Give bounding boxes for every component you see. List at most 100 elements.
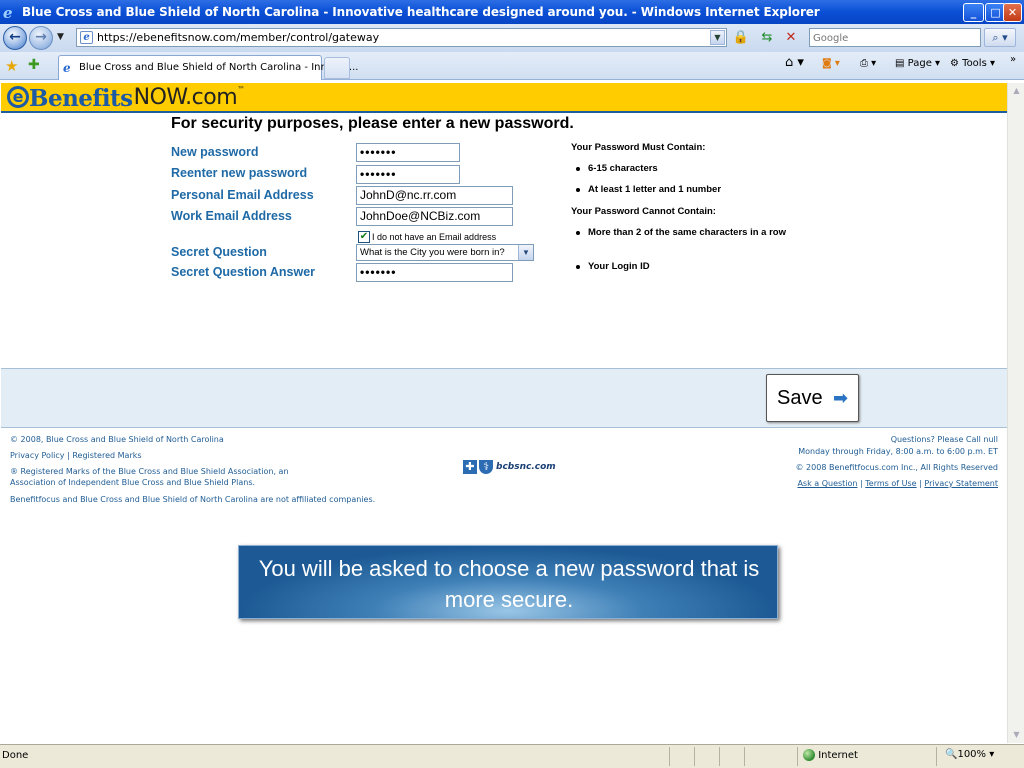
- must-rule-item: At least 1 letter and 1 number: [576, 184, 796, 196]
- registered-note-2: Association of Independent Blue Cross an…: [10, 478, 256, 487]
- personal-email-input[interactable]: JohnD@nc.rr.com: [356, 186, 513, 205]
- ie-logo-icon: e: [3, 4, 13, 22]
- new-tab-button[interactable]: [324, 57, 350, 79]
- lock-icon[interactable]: 🔒: [731, 28, 751, 48]
- bcbsnc-logo-text: bcbsnc.com: [496, 462, 556, 472]
- instruction-callout: You will be asked to choose a new passwo…: [238, 545, 778, 619]
- search-icon[interactable]: ⌕ ▾: [984, 28, 1016, 47]
- callout-text: You will be asked to choose a new passwo…: [258, 556, 760, 612]
- benefitfocus-copyright: © 2008 Benefitfocus.com Inc., All Rights…: [795, 463, 998, 472]
- bullet-icon: [576, 265, 580, 269]
- cannot-rule-item: Your Login ID: [576, 261, 796, 273]
- secret-answer-input[interactable]: •••••••: [356, 263, 513, 282]
- reenter-password-label: Reenter new password: [171, 166, 308, 180]
- privacy-statement-link[interactable]: Privacy Statement: [924, 479, 998, 488]
- cannot-rule-item: More than 2 of the same characters in a …: [576, 227, 796, 239]
- work-email-input[interactable]: JohnDoe@NCBiz.com: [356, 207, 513, 226]
- chevron-more-icon[interactable]: »: [1010, 54, 1016, 65]
- stop-icon[interactable]: ✕: [781, 28, 801, 48]
- cannot-rule-text: Your Login ID: [588, 261, 650, 272]
- status-divider: [797, 747, 798, 766]
- tools-menu[interactable]: ⚙ Tools ▾: [950, 58, 995, 69]
- refresh-icon[interactable]: ⇆: [757, 28, 777, 48]
- zoom-level: 100%: [957, 749, 987, 760]
- favorites-star-icon[interactable]: ★: [5, 57, 18, 75]
- globe-icon: [803, 749, 815, 761]
- status-divider: [694, 747, 695, 766]
- chevron-down-icon[interactable]: ▼: [518, 245, 533, 260]
- secret-question-select[interactable]: What is the City you were born in? ▼: [356, 244, 534, 261]
- brand-suffix: NOW.com: [133, 85, 238, 110]
- blue-cross-icon: ✚: [463, 460, 477, 474]
- back-button[interactable]: ←: [3, 26, 27, 50]
- page-content: e BenefitsNOW.com™ For security purposes,…: [1, 83, 1007, 743]
- registered-marks-link[interactable]: Registered Marks: [72, 451, 141, 460]
- page-menu[interactable]: ▤ Page ▾: [895, 58, 940, 69]
- must-rule-item: 6-15 characters: [576, 163, 796, 175]
- no-email-label: I do not have an Email address: [372, 232, 497, 242]
- footer-separator: |: [860, 479, 863, 488]
- bullet-icon: [576, 231, 580, 235]
- terms-link[interactable]: Terms of Use: [865, 479, 916, 488]
- window-title: Blue Cross and Blue Shield of North Caro…: [22, 5, 820, 19]
- ask-question-link[interactable]: Ask a Question: [797, 479, 857, 488]
- secret-question-value: What is the City you were born in?: [360, 247, 505, 258]
- bullet-icon: [576, 167, 580, 171]
- url-dropdown-icon[interactable]: ▼: [710, 30, 725, 45]
- status-text: Done: [2, 750, 29, 761]
- scroll-down-icon[interactable]: ▼: [1009, 727, 1024, 743]
- url-text[interactable]: https://ebenefitsnow.com/member/control/…: [97, 31, 379, 44]
- page-favicon-icon: e: [80, 31, 93, 44]
- no-email-checkbox[interactable]: ✔: [358, 231, 370, 243]
- status-divider: [744, 747, 745, 766]
- secret-question-label: Secret Question: [171, 245, 267, 259]
- feeds-icon[interactable]: ◙ ▾: [822, 58, 840, 69]
- search-input[interactable]: [813, 30, 978, 46]
- print-icon[interactable]: ⎙ ▾: [860, 58, 876, 69]
- forward-button[interactable]: →: [29, 26, 53, 50]
- home-icon[interactable]: ⌂ ▾: [785, 55, 804, 70]
- tools-menu-label: Tools: [962, 58, 987, 69]
- tab-active[interactable]: e Blue Cross and Blue Shield of North Ca…: [58, 55, 358, 80]
- history-dropdown-icon[interactable]: ▼: [57, 32, 64, 42]
- form-heading: For security purposes, please enter a ne…: [171, 115, 574, 132]
- status-divider: [936, 747, 937, 766]
- e-logo-icon: e: [7, 86, 29, 108]
- tab-bar: ★ ✚ e Blue Cross and Blue Shield of Nort…: [0, 52, 1024, 80]
- questions-text: Questions? Please Call null: [890, 435, 998, 444]
- security-zone[interactable]: Internet: [803, 749, 858, 761]
- work-email-label: Work Email Address: [171, 209, 292, 223]
- page-menu-label: Page: [907, 58, 932, 69]
- reenter-password-input[interactable]: •••••••: [356, 165, 460, 184]
- zoom-control[interactable]: 🔍100% ▾: [945, 749, 994, 760]
- must-rule-text: At least 1 letter and 1 number: [588, 184, 722, 195]
- must-contain-heading: Your Password Must Contain:: [571, 142, 706, 153]
- new-password-label: New password: [171, 145, 259, 159]
- url-field[interactable]: e https://ebenefitsnow.com/member/contro…: [76, 28, 727, 47]
- no-email-option[interactable]: ✔ I do not have an Email address: [358, 230, 496, 243]
- window-title-bar: e Blue Cross and Blue Shield of North Ca…: [0, 0, 1024, 24]
- privacy-policy-link[interactable]: Privacy Policy: [10, 451, 65, 460]
- zone-label: Internet: [818, 750, 858, 761]
- blue-shield-icon: ⚕: [479, 460, 493, 474]
- footer-copyright: © 2008, Blue Cross and Blue Shield of No…: [10, 435, 224, 444]
- footer-separator: |: [919, 479, 922, 488]
- status-divider: [669, 747, 670, 766]
- zoom-icon: 🔍: [945, 749, 958, 760]
- bullet-icon: [576, 188, 580, 192]
- footer-links: Privacy Policy | Registered Marks: [10, 451, 142, 460]
- cannot-contain-heading: Your Password Cannot Contain:: [571, 206, 716, 217]
- save-button[interactable]: Save ➡: [766, 374, 859, 422]
- scroll-up-icon[interactable]: ▲: [1009, 83, 1024, 99]
- bcbsnc-logo[interactable]: ✚ ⚕ bcbsnc.com: [463, 460, 556, 474]
- footer-right-links: Ask a Question | Terms of Use | Privacy …: [797, 479, 998, 488]
- registered-note-1: ® Registered Marks of the Blue Cross and…: [10, 467, 289, 476]
- new-password-input[interactable]: •••••••: [356, 143, 460, 162]
- close-button[interactable]: ✕: [1003, 3, 1022, 22]
- add-favorite-icon[interactable]: ✚: [28, 57, 40, 73]
- search-field[interactable]: [809, 28, 981, 47]
- personal-email-label: Personal Email Address: [171, 188, 314, 202]
- minimize-button[interactable]: _: [963, 3, 984, 22]
- address-bar: ← → ▼ e https://ebenefitsnow.com/member/…: [0, 24, 1024, 52]
- vertical-scrollbar[interactable]: ▲ ▼: [1007, 83, 1024, 743]
